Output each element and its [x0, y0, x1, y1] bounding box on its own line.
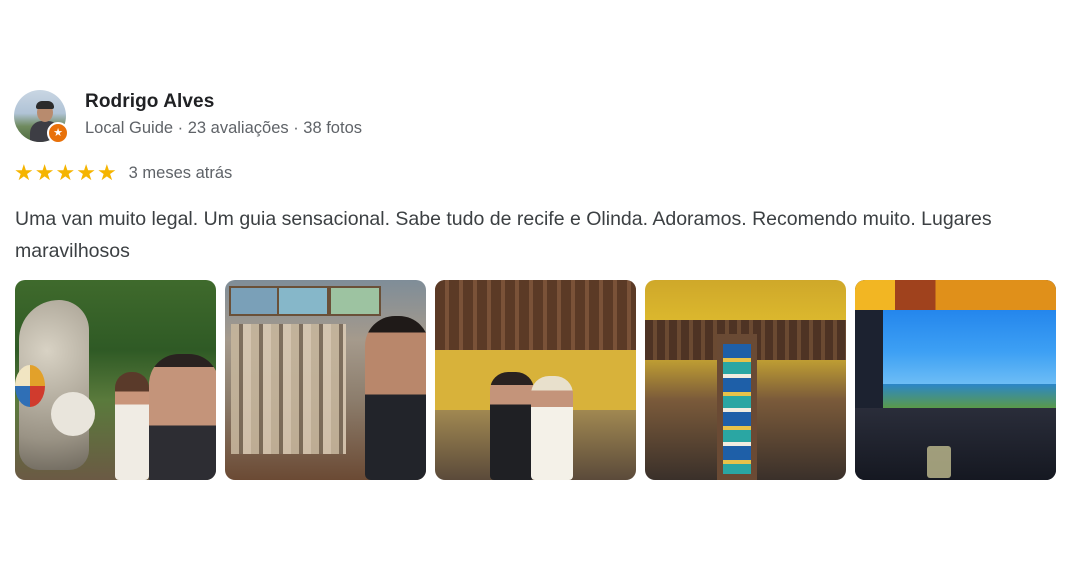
local-guide-star-icon: ★ — [47, 122, 69, 144]
review-text: Uma van muito legal. Um guia sensacional… — [15, 208, 992, 262]
window-sill — [855, 408, 1056, 480]
star-icon: ★ — [76, 160, 96, 185]
review-photos — [15, 280, 1056, 480]
star-icon: ★ — [34, 160, 55, 185]
star-icon: ★ — [14, 160, 34, 185]
person — [490, 372, 534, 480]
person — [365, 316, 426, 480]
reviewer-name[interactable]: Rodrigo Alves — [85, 91, 214, 113]
painting — [277, 286, 329, 316]
person — [531, 376, 573, 480]
review-photo-5[interactable] — [855, 280, 1056, 480]
shop-shelf — [231, 324, 346, 454]
review-photo-3[interactable] — [435, 280, 636, 480]
avatar-hair-shape — [36, 101, 54, 109]
star-icon: ★ — [96, 160, 117, 185]
drum — [51, 392, 95, 436]
review-header: ★ Rodrigo Alves Local Guide · 23 avaliaç… — [14, 90, 1064, 146]
star-icon: ★ — [55, 160, 76, 185]
star-rating: ★ ★ ★ ★ ★ — [14, 162, 117, 184]
person — [115, 372, 149, 480]
tile-panel — [723, 344, 751, 474]
person — [149, 354, 216, 480]
wooden-ceiling — [435, 280, 636, 350]
roof-edge — [855, 280, 1056, 310]
review-photo-2[interactable] — [225, 280, 426, 480]
review-date: 3 meses atrás — [128, 163, 233, 182]
colorful-ball — [15, 365, 45, 407]
painting — [229, 286, 281, 316]
sea — [883, 384, 1056, 408]
review-photo-4[interactable] — [645, 280, 846, 480]
review-card: ★ Rodrigo Alves Local Guide · 23 avaliaç… — [14, 90, 1064, 480]
drink-glass — [927, 446, 951, 478]
review-photo-1[interactable] — [15, 280, 216, 480]
painting — [329, 286, 381, 316]
reviewer-meta: Local Guide · 23 avaliações · 38 fotos — [85, 119, 362, 137]
rating-row: ★ ★ ★ ★ ★ 3 meses atrás — [14, 162, 232, 184]
